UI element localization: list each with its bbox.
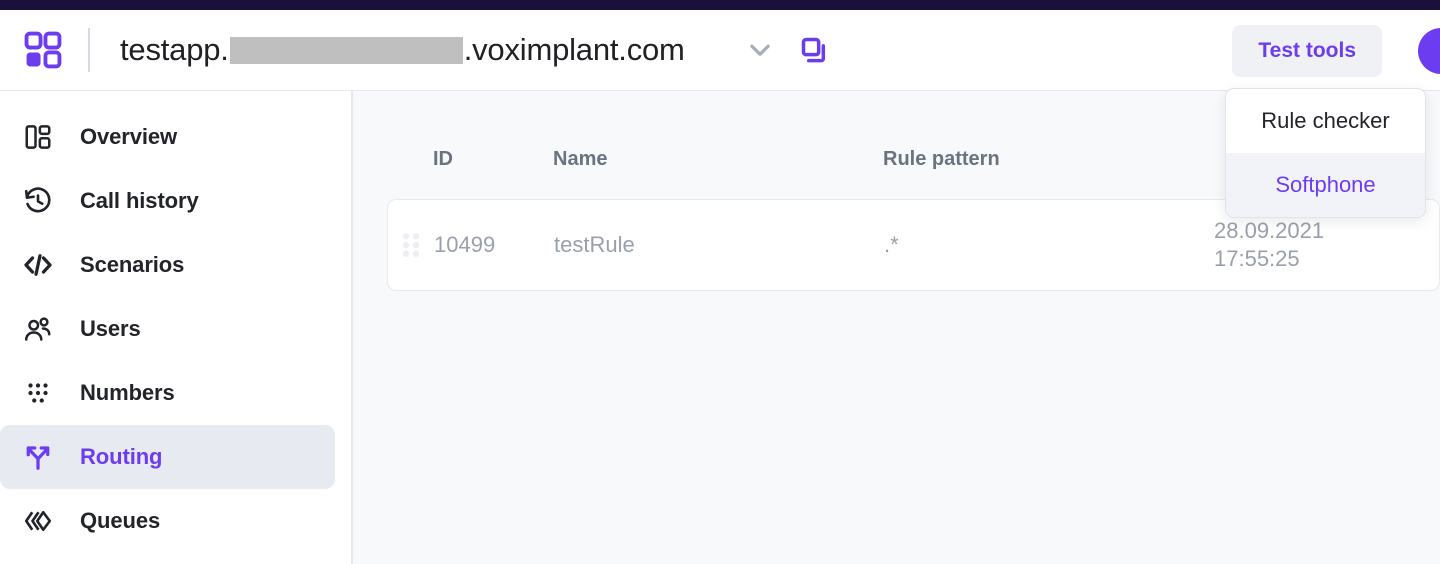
code-brackets-icon xyxy=(22,249,54,281)
sidebar-item-routing[interactable]: Routing xyxy=(0,425,335,489)
layout-dashboard-icon xyxy=(22,121,54,153)
header-divider xyxy=(88,28,90,72)
users-icon xyxy=(22,313,54,345)
cell-date-day: 28.09.2021 xyxy=(1214,217,1414,245)
route-branch-icon xyxy=(22,441,54,473)
cell-name: testRule xyxy=(554,232,884,258)
domain-suffix: .voximplant.com xyxy=(464,32,685,68)
app-domain-title: testapp. .voximplant.com xyxy=(120,32,685,68)
sidebar-item-users[interactable]: Users xyxy=(0,297,335,361)
sidebar-item-numbers[interactable]: Numbers xyxy=(0,361,335,425)
dropdown-item-softphone[interactable]: Softphone xyxy=(1226,153,1425,217)
cell-date: 28.09.2021 17:55:25 xyxy=(1214,217,1414,273)
cell-date-time: 17:55:25 xyxy=(1214,245,1414,273)
body-wrapper: Overview Call history Scenarios xyxy=(0,91,1440,564)
dropdown-item-rule-checker[interactable]: Rule checker xyxy=(1226,89,1425,153)
test-tools-dropdown-menu: Rule checker Softphone xyxy=(1225,88,1426,218)
header-right-actions: Test tools xyxy=(1232,10,1440,91)
sidebar-item-overview[interactable]: Overview xyxy=(0,105,335,169)
queues-chevrons-icon xyxy=(22,505,54,537)
dialpad-dots-icon xyxy=(22,377,54,409)
clock-history-icon xyxy=(22,185,54,217)
domain-redacted-block xyxy=(230,37,463,64)
sidebar-item-queues[interactable]: Queues xyxy=(0,489,335,553)
table-col-id: ID xyxy=(433,148,553,171)
table-col-name: Name xyxy=(553,148,883,171)
sidebar-item-label: Queues xyxy=(80,508,160,534)
sidebar-item-label: Users xyxy=(80,316,141,342)
sidebar: Overview Call history Scenarios xyxy=(0,91,353,564)
table-col-rule-pattern: Rule pattern xyxy=(883,148,1213,171)
sidebar-item-label: Overview xyxy=(80,124,177,150)
cell-id: 10499 xyxy=(434,232,554,258)
sidebar-item-label: Call history xyxy=(80,188,199,214)
chevron-down-icon[interactable] xyxy=(743,33,777,67)
top-accent-bar xyxy=(0,0,1440,10)
app-header: testapp. .voximplant.com Test tools xyxy=(0,10,1440,91)
grid-squares-logo-icon[interactable] xyxy=(22,29,64,71)
domain-prefix: testapp. xyxy=(120,32,229,68)
sidebar-item-call-history[interactable]: Call history xyxy=(0,169,335,233)
sidebar-item-label: Numbers xyxy=(80,380,175,406)
drag-handle-icon[interactable] xyxy=(388,230,434,260)
test-tools-button[interactable]: Test tools xyxy=(1232,25,1382,77)
cell-rule-pattern: .* xyxy=(884,232,1214,258)
avatar[interactable] xyxy=(1418,28,1440,74)
copy-icon[interactable] xyxy=(799,35,829,65)
sidebar-item-label: Scenarios xyxy=(80,252,184,278)
sidebar-item-label: Routing xyxy=(80,444,162,470)
sidebar-item-scenarios[interactable]: Scenarios xyxy=(0,233,335,297)
